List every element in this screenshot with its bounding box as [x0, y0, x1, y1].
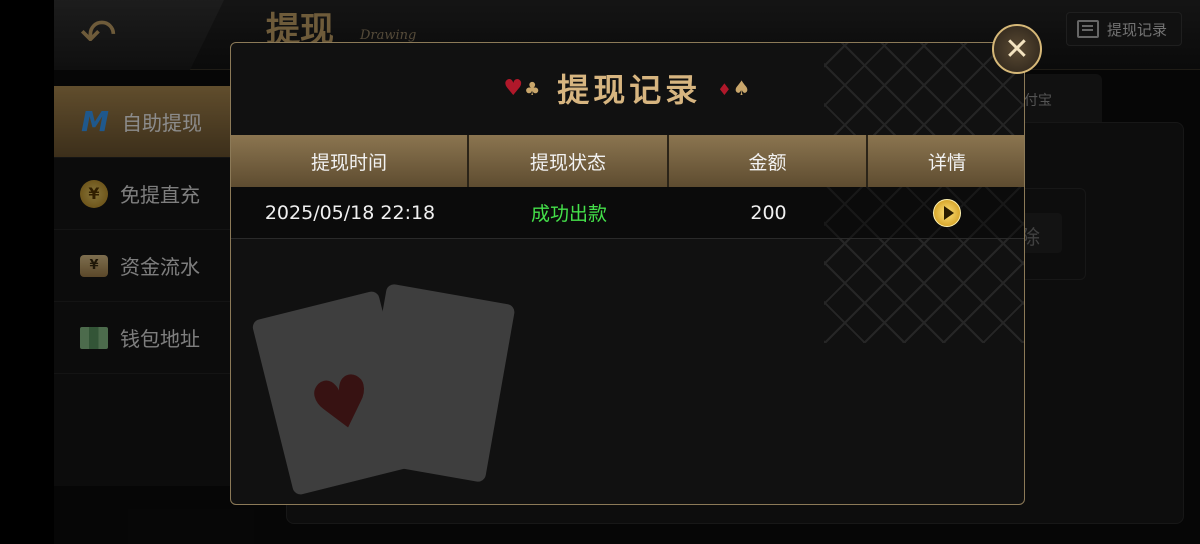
spade-icon: ♠ — [732, 76, 752, 100]
details-arrow-button[interactable] — [933, 198, 961, 227]
cell-details — [868, 187, 1024, 238]
diamond-icon: ♦ — [717, 80, 733, 99]
modal-header: ♥♣ 提现记录 ♦♠ — [231, 43, 1024, 133]
suits-left: ♥♣ — [503, 76, 541, 101]
table-row: 2025/05/18 22:18 成功出款 200 — [231, 187, 1024, 239]
table-header: 提现时间 提现状态 金额 详情 — [231, 135, 1024, 187]
column-header-details: 详情 — [927, 151, 966, 174]
column-header-status: 提现状态 — [469, 135, 669, 187]
close-button[interactable]: ✕ — [992, 24, 1042, 74]
withdraw-record-modal: ♥ ♥♣ 提现记录 ♦♠ 提现时间 提现状态 金额 详情 2025/05/18 … — [230, 42, 1025, 505]
column-header-amount: 金额 — [669, 135, 868, 187]
cell-amount: 200 — [750, 201, 787, 224]
modal-title: 提现记录 — [557, 71, 702, 109]
playing-cards-illustration: ♥ — [251, 273, 551, 503]
play-arrow-icon — [943, 205, 954, 220]
suits-right: ♦♠ — [717, 76, 751, 100]
cell-time: 2025/05/18 22:18 — [264, 201, 436, 224]
withdraw-record-table: 提现时间 提现状态 金额 详情 2025/05/18 22:18 成功出款 20… — [231, 135, 1024, 239]
heart-icon: ♥ — [503, 75, 525, 101]
column-header-time: 提现时间 — [231, 135, 469, 187]
cell-status: 成功出款 — [530, 203, 607, 225]
club-icon: ♣ — [524, 78, 542, 100]
